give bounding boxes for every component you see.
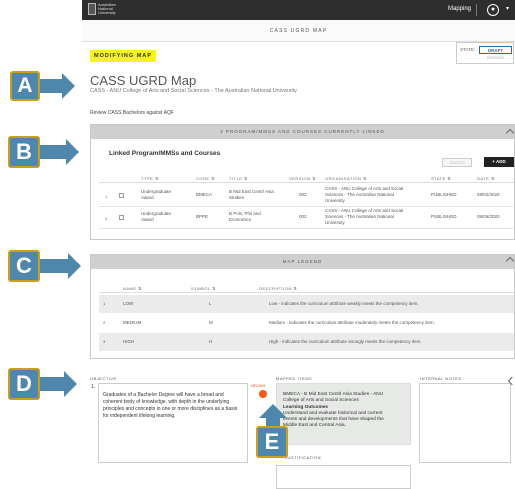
linked-table-header: TYPE ⇅ CODE ⇅ TITLE ⇅ VERSION ⇅ ORGANISA… [99, 173, 514, 183]
page-title: CASS UGRD Map [90, 73, 197, 88]
nav-mapping-link[interactable]: Mapping [448, 6, 471, 12]
legend-description: High - indicates the curriculum attribut… [269, 339, 422, 344]
linked-programs-section: 2 PROGRAM/MMSS AND COURSES CURRENTLY LIN… [90, 124, 515, 240]
row-number: 1 [103, 301, 106, 306]
legend-symbol: L [209, 301, 212, 306]
legend-name: MEDIUM [123, 320, 142, 325]
objective-label: OBJECTIVE [90, 376, 117, 381]
legend-name: LOW [123, 301, 134, 306]
cell-title[interactable]: B Pols, Phil and Economics [229, 211, 261, 223]
review-link[interactable]: Review CASS Bachelors against AQF [90, 110, 174, 116]
arrow-up-icon [259, 404, 287, 418]
objective-text: Graduates of a Bachelor Degree will have… [98, 383, 248, 463]
table-row[interactable]: 1 Undergraduate Award BMECA B Mid East Ce… [99, 185, 514, 207]
top-nav-bar: Australian National University Mapping ●… [82, 0, 515, 20]
cell-state: PUBLISHED [431, 192, 457, 197]
justification-input[interactable] [276, 465, 411, 489]
legend-section-header[interactable]: MAP LEGEND [91, 255, 514, 269]
col-symbol[interactable]: SYMBOL ⇅ [191, 286, 216, 291]
callout-a: A [10, 71, 75, 101]
cell-type: Undergraduate Award [141, 211, 172, 222]
col-date[interactable]: DATE ⇅ [477, 176, 495, 181]
row-number: 2 [105, 216, 108, 221]
cell-code: BPPE [196, 214, 209, 219]
col-description[interactable]: DESCRIPTION ⇅ [259, 286, 297, 291]
col-code[interactable]: CODE ⇅ [196, 176, 215, 181]
mapping-level-label: MEDIUM [251, 384, 266, 388]
mapping-level-dot-icon[interactable] [259, 390, 267, 398]
col-organisation[interactable]: ORGANISATION ⇅ [325, 176, 367, 181]
page-subtitle: CASS - ANU College of Arts and Social Sc… [90, 88, 297, 94]
table-row[interactable]: 2 Undergraduate Award BPPE B Pols, Phil a… [99, 207, 514, 229]
col-title[interactable]: TITLE ⇅ [229, 176, 248, 181]
cell-organisation: CASS - ANU College of Arts and Social Sci… [325, 186, 404, 203]
row-number: 3 [103, 339, 106, 344]
legend-description: Medium - indicates the curriculum attrib… [269, 320, 435, 325]
arrow-right-icon [66, 139, 79, 165]
row-number: 2 [103, 320, 106, 325]
callout-d: D [8, 368, 77, 400]
map-legend-section: MAP LEGEND NAME ⇅ SYMBOL ⇅ DESCRIPTION ⇅… [90, 254, 515, 359]
mapped-items-label: MAPPED ITEMS [276, 376, 313, 381]
callout-c: C [8, 250, 81, 282]
state-panel: STATE: DRAFT REVISION [456, 42, 514, 64]
internal-notes-label: INTERNAL NOTES [420, 376, 462, 381]
cell-state: PUBLISHED [431, 214, 457, 219]
legend-description: Low - indicates the curriculum attribute… [269, 301, 419, 306]
internal-notes-input[interactable] [419, 383, 511, 463]
col-version[interactable]: VERSION ⇅ [289, 176, 316, 181]
legend-row: 2 MEDIUM M Medium - indicates the curric… [99, 314, 514, 332]
delete-button[interactable]: DELETE [442, 158, 472, 167]
user-circle-icon[interactable]: ● [487, 4, 499, 16]
legend-symbol: M [209, 320, 213, 325]
arrow-right-icon [68, 253, 81, 279]
objective-number: 1. [91, 384, 96, 390]
state-label: STATE: [460, 47, 476, 52]
row-number: 1 [105, 194, 108, 199]
legend-row: 1 LOW L Low - indicates the curriculum a… [99, 295, 514, 313]
row-checkbox[interactable] [119, 215, 124, 220]
mapped-item-card[interactable]: BMECA - B Mid East Centrl Asia Studies -… [276, 383, 411, 445]
logo-text: Australian National University [98, 2, 116, 15]
cell-code: BMECA [196, 192, 213, 197]
add-button[interactable]: + ADD [484, 157, 514, 167]
col-type[interactable]: TYPE ⇅ [141, 176, 159, 181]
cell-version: 002 [299, 192, 307, 197]
linked-section-title: Linked Program/MMSs and Courses [109, 150, 221, 157]
draft-state-button[interactable]: DRAFT [479, 46, 512, 54]
legend-name: HIGH [123, 339, 135, 344]
crest-icon [88, 3, 96, 15]
legend-table-header: NAME ⇅ SYMBOL ⇅ DESCRIPTION ⇅ [99, 283, 514, 293]
chevron-down-icon[interactable]: ▾ [506, 5, 509, 12]
cell-version: 002 [299, 214, 307, 219]
arrow-right-icon [62, 73, 75, 99]
anu-logo[interactable]: Australian National University [88, 3, 120, 17]
cell-title[interactable]: B Mid East Centrl Asia Studies [229, 189, 274, 201]
callout-b: B [8, 136, 79, 168]
nav-divider [476, 4, 477, 16]
cell-date: 28/02/2020 [477, 192, 500, 197]
col-state[interactable]: STATE ⇅ [431, 176, 451, 181]
justification-label: JUSTIFICATION [285, 455, 321, 460]
arrow-right-icon [64, 371, 77, 397]
cell-date: 05/05/2020 [477, 214, 500, 219]
linked-section-header[interactable]: 2 PROGRAM/MMSS AND COURSES CURRENTLY LIN… [91, 125, 514, 139]
legend-symbol: H [209, 339, 213, 344]
map-title: CASS UGRD MAP [269, 28, 328, 34]
modifying-map-banner: MODIFYING MAP [90, 50, 156, 62]
legend-row: 3 HIGH H High - indicates the curriculum… [99, 333, 514, 351]
col-name[interactable]: NAME ⇅ [123, 286, 142, 291]
map-title-bar: CASS UGRD MAP [82, 20, 515, 42]
row-checkbox[interactable] [119, 193, 124, 198]
cell-type: Undergraduate Award [141, 189, 172, 200]
revision-label: REVISION [487, 56, 504, 60]
cell-organisation: CASS - ANU College of Arts and Social Sci… [325, 208, 404, 225]
